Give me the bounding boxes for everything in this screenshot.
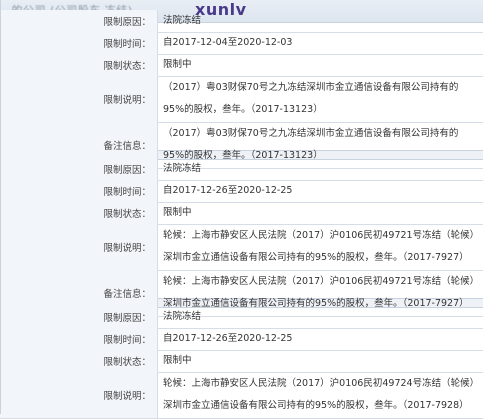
table-row: 限制说明： 轮候：上海市静安区人民法院（2017）沪0106民初49721号冻结（…: [0, 224, 483, 271]
field-value-text: 轮候：上海市静安区人民法院（2017）沪0106民初49724号冻结（轮候）深圳…: [163, 378, 475, 411]
field-value-text: 限制中: [163, 207, 192, 218]
field-label: 限制说明：: [0, 224, 158, 270]
field-label: 限制原因：: [0, 10, 158, 32]
field-value: （2017）粤03财保70号之九冻结深圳市金立通信设备有限公司持有的95%的股权…: [163, 76, 479, 122]
field-label: 限制说明：: [0, 76, 158, 122]
table-row: 限制时间： 自2017-12-04至2020-12-03: [0, 32, 483, 55]
table-row: 限制状态： 限制中: [0, 54, 483, 77]
field-value: 法院冻结: [163, 158, 479, 180]
field-value: 限制中: [163, 350, 479, 372]
field-value-text: 限制中: [163, 355, 192, 366]
field-value: 自2017-12-26至2020-12-25: [163, 328, 479, 350]
table-row: 限制时间： 自2017-12-26至2020-12-25: [0, 180, 483, 203]
field-label: 限制状态：: [0, 54, 158, 76]
field-value-text: 自2017-12-26至2020-12-25: [163, 333, 293, 344]
field-label: 限制原因：: [0, 306, 158, 328]
field-label: 限制状态：: [0, 350, 158, 372]
field-value-text: 自2017-12-26至2020-12-25: [163, 185, 293, 196]
field-label: 限制说明：: [0, 372, 158, 418]
field-value: 轮候：上海市静安区人民法院（2017）沪0106民初49721号冻结（轮候）深圳…: [163, 224, 479, 270]
field-value: 轮候：上海市静安区人民法院（2017）沪0106民初49724号冻结（轮候）深圳…: [163, 372, 479, 418]
field-value-text: 限制中: [163, 59, 192, 70]
table-row: 限制状态： 限制中: [0, 350, 483, 373]
table-row: 限制原因： 法院冻结: [0, 158, 483, 181]
table-row: 限制原因： 法院冻结: [0, 306, 483, 329]
field-value-text: 法院冻结: [163, 311, 202, 322]
field-label: 限制时间：: [0, 180, 158, 202]
table-row: 限制说明： 轮候：上海市静安区人民法院（2017）沪0106民初49724号冻结（…: [0, 372, 483, 419]
field-label: 限制时间：: [0, 328, 158, 350]
table-row: 限制状态： 限制中: [0, 202, 483, 225]
field-value: 法院冻结: [163, 10, 479, 32]
field-value: 限制中: [163, 54, 479, 76]
table-left-border: [0, 0, 1, 414]
field-value: 自2017-12-26至2020-12-25: [163, 180, 479, 202]
field-value: 法院冻结: [163, 306, 479, 328]
field-label: 限制原因：: [0, 158, 158, 180]
field-label: 限制状态：: [0, 202, 158, 224]
field-value-text: 法院冻结: [163, 163, 202, 174]
field-label: 限制时间：: [0, 32, 158, 54]
field-value: 限制中: [163, 202, 479, 224]
field-value: 自2017-12-04至2020-12-03: [163, 32, 479, 54]
field-value-text: 法院冻结: [163, 15, 202, 26]
field-value-text: 自2017-12-04至2020-12-03: [163, 37, 293, 48]
table-row: 限制时间： 自2017-12-26至2020-12-25: [0, 328, 483, 351]
table-row: 限制原因： 法院冻结: [0, 10, 483, 33]
field-value-text: 轮候：上海市静安区人民法院（2017）沪0106民初49721号冻结（轮候）深圳…: [163, 230, 475, 263]
field-value-text: （2017）粤03财保70号之九冻结深圳市金立通信设备有限公司持有的95%的股权…: [163, 82, 459, 115]
table-row: 限制说明： （2017）粤03财保70号之九冻结深圳市金立通信设备有限公司持有的9…: [0, 76, 483, 123]
